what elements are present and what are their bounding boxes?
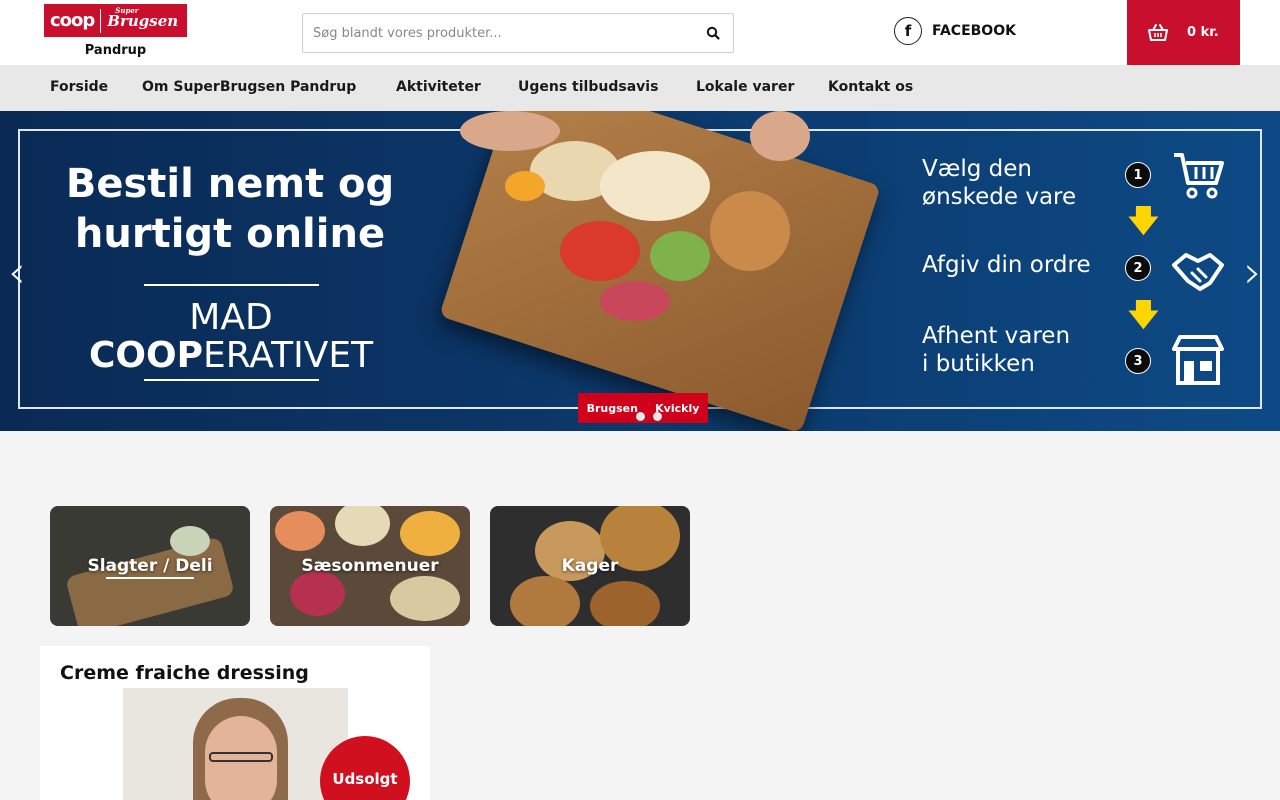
tile-image-bread — [390, 576, 460, 621]
facebook-label: FACEBOOK — [932, 23, 1016, 39]
food-orange-slice — [505, 171, 545, 201]
nav-item-lokale-varer[interactable]: Lokale varer — [696, 79, 794, 95]
step3-text: Afhent varen i butikken — [922, 322, 1070, 378]
hero-title-line1: Bestil nemt og — [65, 161, 395, 207]
store-name: Pandrup — [84, 43, 147, 58]
tile-image-beets — [290, 571, 345, 616]
step1-text: Vælg den ønskede vare — [922, 155, 1076, 211]
search-box — [302, 13, 734, 53]
nav-item-forside[interactable]: Forside — [50, 79, 108, 95]
food-ham — [600, 281, 670, 321]
tile-image-cinnamon-roll — [590, 581, 660, 626]
carousel-dots — [636, 412, 662, 421]
facebook-icon: f — [894, 17, 922, 45]
product-title: Creme fraiche dressing — [60, 662, 309, 684]
mad-cooperativet-logo: MAD COOPERATIVET — [76, 299, 386, 375]
step2-number: 2 — [1125, 255, 1151, 281]
product-image[interactable] — [123, 688, 348, 800]
food-shrimp-sandwich — [600, 151, 710, 221]
category-label: Slagter / Deli — [87, 556, 213, 576]
shopping-cart-icon — [1174, 153, 1224, 199]
hero-title: Bestil nemt og hurtigt online — [60, 159, 400, 259]
food-fried-fish — [710, 191, 790, 271]
step1-number: 1 — [1125, 162, 1151, 188]
nav-item-tilbudsavis[interactable]: Ugens tilbudsavis — [518, 79, 658, 95]
hero-banner[interactable]: Bestil nemt og hurtigt online MAD COOPER… — [0, 111, 1280, 431]
mad-text: MAD — [189, 297, 273, 338]
tile-image-salmon — [275, 511, 325, 551]
step3-line1: Afhent varen — [922, 323, 1071, 349]
hero-divider-top — [144, 284, 319, 286]
step1-line2: ønskede vare — [922, 184, 1077, 210]
carousel-dot-2[interactable] — [653, 412, 662, 421]
product-image-glasses — [209, 752, 273, 762]
brugsen-logo-text: Super Brugsen — [107, 6, 178, 30]
hero-title-line2: hurtigt online — [74, 211, 386, 257]
yellow-arrow-down-2-icon: 🡇 — [1128, 298, 1159, 333]
tile-image-salad — [400, 511, 460, 556]
tile-image-deli-board — [64, 536, 236, 626]
tile-image-bowl — [335, 506, 390, 546]
facebook-link[interactable]: f FACEBOOK — [894, 17, 1016, 45]
carousel-prev-icon[interactable]: ‹ — [8, 251, 26, 295]
food-cucumber — [650, 231, 710, 281]
yellow-arrow-down-1-icon: 🡇 — [1128, 204, 1159, 239]
nav-item-om-superbrugsen[interactable]: Om SuperBrugsen Pandrup — [142, 79, 356, 95]
cooperativet-bold: COOP — [88, 335, 203, 376]
product-card[interactable]: Creme fraiche dressing Udsolgt — [40, 646, 430, 800]
main-nav: Forside Om SuperBrugsen Pandrup Aktivite… — [0, 65, 1280, 111]
carousel-next-icon[interactable]: › — [1244, 251, 1262, 295]
cart-button[interactable]: 0 kr. — [1127, 0, 1240, 65]
tile-image-dip — [170, 526, 210, 556]
cooperativet-text: COOPERATIVET — [76, 337, 386, 375]
site-header: coop Super Brugsen Pandrup f FACEBOOK 0 … — [0, 0, 1280, 65]
step3-number: 3 — [1125, 348, 1151, 374]
carousel-dot-1[interactable] — [636, 412, 645, 421]
tile-image-bun-3 — [510, 576, 580, 626]
food-red-pepper — [560, 221, 640, 281]
category-label: Kager — [561, 556, 619, 576]
logo-divider — [100, 8, 102, 33]
step2-text: Afgiv din ordre — [922, 252, 1091, 278]
search-icon[interactable] — [705, 25, 721, 41]
hero-divider-bottom — [144, 379, 319, 381]
step3-line2: i butikken — [922, 351, 1035, 377]
nav-item-aktiviteter[interactable]: Aktiviteter — [396, 79, 481, 95]
superbrugsen-mini-logo: Brugsen — [586, 401, 638, 415]
step1-line1: Vælg den — [922, 156, 1032, 182]
cart-total: 0 kr. — [1187, 25, 1219, 40]
nav-item-kontakt[interactable]: Kontakt os — [828, 79, 913, 95]
basket-icon — [1148, 23, 1168, 41]
category-tile-saesonmenuer[interactable]: Sæsonmenuer — [270, 506, 470, 626]
category-label: Sæsonmenuer — [301, 556, 439, 576]
search-input[interactable] — [313, 14, 693, 52]
category-tile-slagter-deli[interactable]: Slagter / Deli — [50, 506, 250, 626]
store-icon — [1172, 335, 1224, 385]
category-active-underline — [106, 577, 194, 579]
super-logo-text: Super — [115, 5, 139, 15]
hand-left — [460, 111, 560, 151]
hand-right — [750, 111, 810, 161]
coop-superbrugsen-logo[interactable]: coop Super Brugsen — [44, 4, 187, 37]
category-tile-kager[interactable]: Kager — [490, 506, 690, 626]
handshake-icon — [1172, 253, 1224, 291]
coop-logo-text: coop — [50, 10, 95, 31]
cooperativet-rest: ERATIVET — [202, 335, 374, 376]
